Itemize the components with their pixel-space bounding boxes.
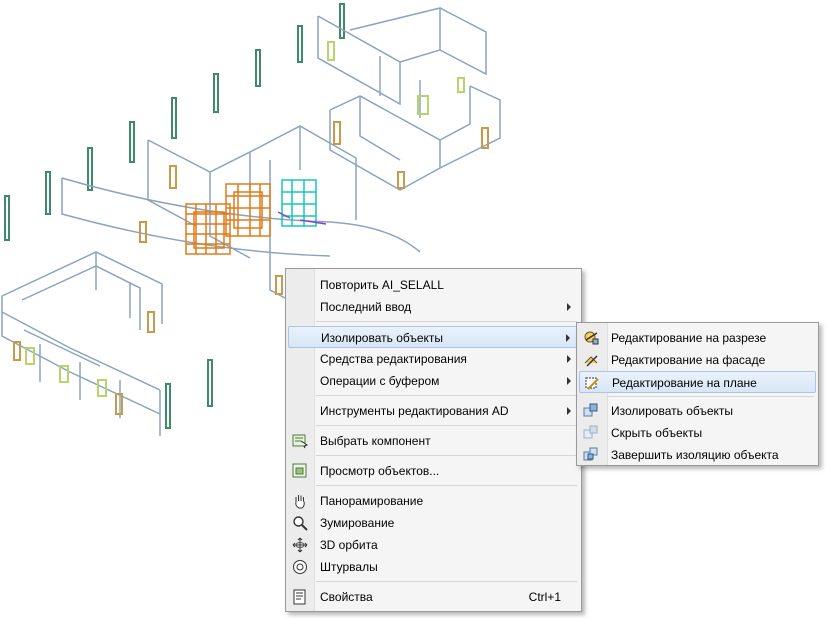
submenu-arrow-icon bbox=[566, 334, 570, 342]
menu-item-steering-wheels[interactable]: Штурвалы bbox=[288, 556, 579, 578]
plan-edit-icon bbox=[585, 377, 599, 390]
menu-item-label: Повторить AI_SELALL bbox=[320, 278, 444, 292]
submenu-item-edit-in-elevation[interactable]: Редактирование на фасаде bbox=[579, 349, 816, 371]
submenu-item-label: Скрыть объекты bbox=[611, 426, 703, 440]
submenu-item-label: Редактирование на плане bbox=[612, 376, 757, 390]
elevation-edit-icon bbox=[584, 355, 598, 367]
menu-item-label: Свойства bbox=[320, 590, 373, 604]
menu-item-label: Средства редактирования bbox=[320, 352, 467, 366]
hide-objects-icon bbox=[583, 425, 598, 439]
pan-hand-icon bbox=[295, 495, 305, 509]
menu-separator bbox=[316, 581, 577, 582]
menu-separator bbox=[316, 395, 577, 396]
menu-item-label: 3D орбита bbox=[320, 538, 378, 552]
steering-wheel-icon bbox=[293, 560, 307, 574]
submenu-arrow-icon bbox=[567, 407, 571, 415]
select-component-icon bbox=[292, 434, 308, 449]
properties-icon bbox=[293, 589, 306, 605]
submenu-item-label: Завершить изоляцию объекта bbox=[611, 448, 779, 462]
submenu-arrow-icon bbox=[567, 303, 571, 311]
menu-item-ad-edit-tools[interactable]: Инструменты редактирования AD bbox=[288, 400, 579, 422]
menu-item-isolate-objects[interactable]: Изолировать объекты bbox=[288, 326, 579, 348]
menu-item-label: Операции с буфером bbox=[320, 374, 440, 388]
isolate-objects-submenu: Редактирование на разрезе Редактирование… bbox=[576, 322, 819, 466]
submenu-item-hide-objects[interactable]: Скрыть объекты bbox=[579, 422, 816, 444]
menu-item-pan[interactable]: Панорамирование bbox=[288, 490, 579, 512]
isolate-objects-icon bbox=[583, 403, 598, 417]
menu-item-label: Просмотр объектов... bbox=[320, 464, 440, 478]
menu-item-label: Изолировать объекты bbox=[321, 331, 444, 345]
section-edit-icon bbox=[584, 331, 599, 345]
menu-item-label: Штурвалы bbox=[320, 560, 378, 574]
submenu-item-edit-in-plan[interactable]: Редактирование на плане bbox=[579, 371, 816, 393]
menu-separator bbox=[316, 425, 577, 426]
shortcut-label: Ctrl+1 bbox=[528, 590, 561, 604]
accent-marks bbox=[277, 211, 327, 225]
lower-block bbox=[1, 251, 163, 436]
submenu-item-edit-in-section[interactable]: Редактирование на разрезе bbox=[579, 327, 816, 349]
menu-item-label: Зумирование bbox=[320, 516, 395, 530]
menu-item-select-component[interactable]: Выбрать компонент bbox=[288, 430, 579, 452]
submenu-item-label: Редактирование на фасаде bbox=[611, 353, 766, 367]
menu-separator bbox=[316, 321, 577, 322]
menu-item-label: Панорамирование bbox=[320, 494, 424, 508]
submenu-item-label: Изолировать объекты bbox=[611, 404, 734, 418]
upper-windows bbox=[327, 41, 465, 115]
submenu-item-isolate-objects[interactable]: Изолировать объекты bbox=[579, 400, 816, 422]
end-isolation-icon bbox=[583, 447, 598, 461]
submenu-arrow-icon bbox=[567, 377, 571, 385]
orbit-icon bbox=[292, 537, 308, 553]
zoom-icon bbox=[293, 516, 308, 531]
menu-item-label: Выбрать компонент bbox=[320, 434, 431, 448]
menu-item-clipboard[interactable]: Операции с буфером bbox=[288, 370, 579, 392]
submenu-item-end-isolation[interactable]: Завершить изоляцию объекта bbox=[579, 444, 816, 466]
menu-item-3d-orbit[interactable]: 3D орбита bbox=[288, 534, 579, 556]
menu-item-label: Инструменты редактирования AD bbox=[320, 404, 509, 418]
menu-item-repeat-ai-selall[interactable]: Повторить AI_SELALL bbox=[288, 274, 579, 296]
menu-separator bbox=[316, 485, 577, 486]
menu-item-properties[interactable]: Свойства Ctrl+1 bbox=[288, 586, 579, 608]
menu-item-object-viewer[interactable]: Просмотр объектов... bbox=[288, 460, 579, 482]
upper-block bbox=[317, 7, 501, 191]
menu-separator bbox=[316, 455, 577, 456]
menu-item-last-input[interactable]: Последний ввод bbox=[288, 296, 579, 318]
menu-item-zoom[interactable]: Зумирование bbox=[288, 512, 579, 534]
orange-fixture-cluster bbox=[185, 183, 271, 255]
menu-item-label: Последний ввод bbox=[320, 300, 412, 314]
submenu-arrow-icon bbox=[567, 355, 571, 363]
context-menu: Повторить AI_SELALL Последний ввод Изоли… bbox=[285, 268, 582, 612]
menu-item-editing-tools[interactable]: Средства редактирования bbox=[288, 348, 579, 370]
object-viewer-icon bbox=[292, 463, 307, 478]
menu-separator bbox=[607, 396, 814, 397]
submenu-item-label: Редактирование на разрезе bbox=[611, 331, 767, 345]
